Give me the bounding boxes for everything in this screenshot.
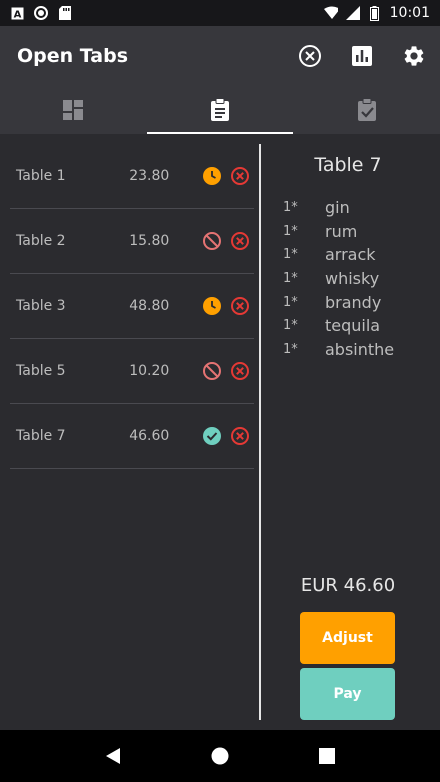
item-name: arrack [325, 245, 376, 265]
close-circle-icon [299, 45, 321, 67]
clock-time: 10:01 [389, 5, 430, 21]
clipboard-check-icon [357, 98, 376, 121]
item-name: brandy [325, 292, 382, 312]
table-name: Table 5 [16, 363, 66, 379]
statistics-button[interactable] [336, 30, 388, 82]
item-quantity: 1* [283, 200, 298, 216]
table-row[interactable]: Table 7 46.60 [10, 404, 254, 469]
adjust-button[interactable]: Adjust [300, 612, 395, 664]
detail-title: Table 7 [314, 154, 382, 176]
status-bar: A 10:01 [0, 0, 440, 26]
table-row[interactable]: Table 2 15.80 [10, 209, 254, 274]
table-amount: 46.60 [129, 428, 170, 444]
table-list: Table 1 23.80 Table 2 15.80 Table 3 48.8… [10, 144, 254, 469]
table-row[interactable]: Table 3 48.80 [10, 274, 254, 339]
table-name: Table 7 [16, 428, 66, 444]
list-item: 1* whisky [283, 267, 394, 291]
wifi-icon [323, 6, 338, 20]
list-item: 1* absinthe [283, 338, 394, 362]
delete-circle-icon[interactable] [227, 426, 255, 446]
signal-icon [345, 6, 360, 20]
svg-text:A: A [13, 9, 21, 20]
item-name: tequila [325, 316, 381, 336]
table-name: Table 2 [16, 233, 66, 249]
close-tabs-button[interactable] [284, 30, 336, 82]
delete-circle-icon[interactable] [227, 166, 255, 186]
gear-icon [404, 46, 424, 66]
table-amount: 10.20 [129, 363, 170, 379]
table-name: Table 1 [16, 168, 66, 184]
item-quantity: 1* [283, 318, 298, 334]
item-quantity: 1* [283, 341, 298, 357]
list-item: 1* tequila [283, 314, 394, 338]
main-content: Table 1 23.80 Table 2 15.80 Table 3 48.8… [0, 134, 440, 730]
record-icon [34, 6, 48, 20]
battery-icon [368, 5, 382, 21]
delete-circle-icon[interactable] [227, 361, 255, 381]
item-name: whisky [325, 269, 380, 289]
table-row[interactable]: Table 1 23.80 [10, 144, 254, 209]
pay-button[interactable]: Pay [300, 668, 395, 720]
tab-open-tabs[interactable] [146, 86, 294, 134]
table-amount: 23.80 [129, 168, 170, 184]
vertical-divider [259, 144, 261, 720]
back-icon[interactable] [104, 746, 122, 766]
status-right-icons: 10:01 [323, 5, 430, 21]
table-amount: 48.80 [129, 298, 170, 314]
list-item: 1* rum [283, 220, 394, 244]
item-name: rum [325, 221, 358, 241]
text-a-icon: A [10, 6, 24, 20]
list-item: 1* gin [283, 196, 394, 220]
item-name: absinthe [325, 339, 395, 359]
list-item: 1* arrack [283, 243, 394, 267]
table-name: Table 3 [16, 298, 66, 314]
system-nav-bar [0, 730, 440, 782]
home-icon[interactable] [210, 746, 230, 766]
item-name: gin [325, 198, 350, 218]
delete-circle-icon[interactable] [227, 231, 255, 251]
page-title: Open Tabs [17, 45, 129, 67]
status-left-icons: A [10, 6, 72, 20]
chart-icon [352, 46, 372, 66]
settings-button[interactable] [388, 30, 440, 82]
detail-total: EUR 46.60 [300, 575, 396, 596]
dashboard-icon [63, 100, 84, 120]
item-list: 1* gin 1* rum 1* arrack 1* whisky 1* brandy 1* tequ… [283, 196, 394, 361]
tab-dashboard[interactable] [0, 86, 147, 134]
item-quantity: 1* [283, 223, 298, 239]
sd-card-icon [58, 6, 72, 20]
item-quantity: 1* [283, 271, 298, 287]
app-bar: Open Tabs [0, 26, 440, 86]
list-item: 1* brandy [283, 290, 394, 314]
tab-closed-tabs[interactable] [293, 86, 440, 134]
table-amount: 15.80 [129, 233, 170, 249]
app-bar-actions [284, 30, 440, 82]
item-quantity: 1* [283, 294, 298, 310]
table-row[interactable]: Table 5 10.20 [10, 339, 254, 404]
tab-detail-panel: Table 7 1* gin 1* rum 1* arrack 1* whisky 1* bran… [262, 134, 440, 730]
tab-bar [0, 86, 440, 134]
recents-icon[interactable] [318, 747, 336, 765]
clipboard-icon [211, 98, 229, 121]
item-quantity: 1* [283, 247, 298, 263]
delete-circle-icon[interactable] [227, 296, 255, 316]
